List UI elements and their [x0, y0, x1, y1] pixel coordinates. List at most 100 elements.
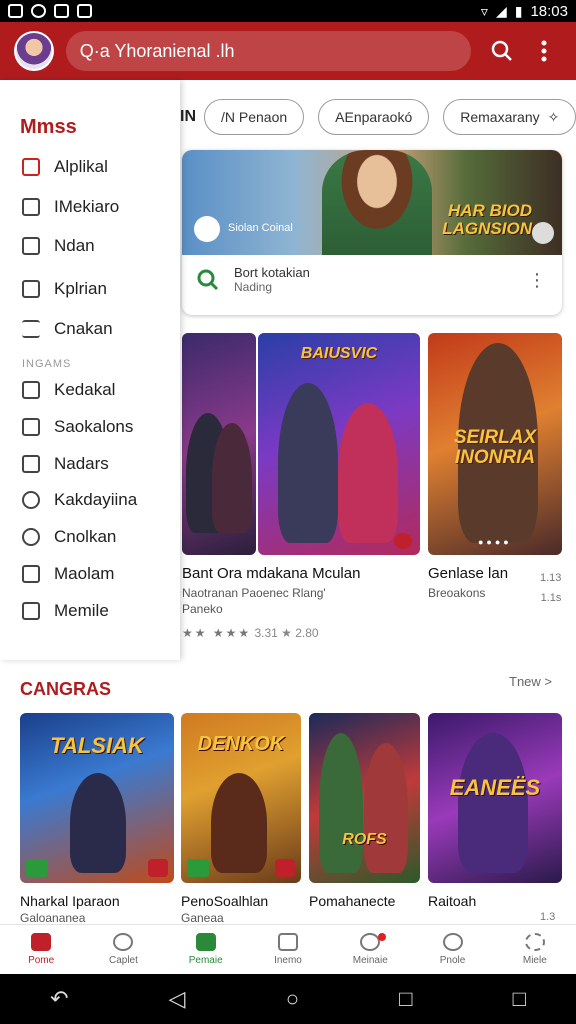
nav-label: Pome [28, 955, 55, 966]
home-icon [31, 933, 52, 951]
badge-icon [275, 859, 295, 877]
category-label: Pomahanecte [309, 893, 396, 909]
nav-label: Miele [522, 955, 547, 966]
drawer-item-label: Nadars [54, 454, 109, 473]
chip-3[interactable]: Remaxarany ✧ [443, 99, 576, 135]
card-icon [22, 602, 40, 620]
home-circle-icon[interactable]: ○ [286, 986, 299, 1012]
category-label: Nharkal Iparaon [20, 893, 120, 909]
drawer-item-6[interactable]: Kedakal [22, 375, 115, 405]
overflow-menu-button[interactable] [526, 33, 562, 69]
game-subtitle-2: Paneko [182, 602, 223, 616]
search-button[interactable] [485, 33, 521, 69]
drawer-item-label: Kplrian [54, 279, 107, 298]
drawer-item-9[interactable]: Kakdayiina [22, 485, 137, 515]
nav-inemo[interactable]: Inemo [247, 925, 329, 974]
back-icon[interactable]: ◁ [169, 986, 186, 1012]
drawer-item-5[interactable]: Cnakan [22, 314, 113, 344]
filter-chip-row: IN /N Penaon AEnparaokó Remaxarany ✧ [180, 98, 576, 136]
bottom-navigation: Pome Caplet Pemaie Inemo Meinaie Pnole M… [0, 924, 576, 974]
rotate-icon[interactable]: ↶ [50, 986, 68, 1012]
chip-label: AEnparaokó [335, 109, 413, 125]
nav-label: Caplet [108, 955, 138, 966]
edit-icon [22, 381, 40, 399]
view-more-link[interactable]: Tnew > [509, 674, 552, 689]
search-input-text: Q·a Yhoranienal .lh [79, 40, 235, 61]
home-icon [22, 280, 40, 298]
drawer-item-label: Memile [54, 601, 109, 620]
drawer-item-12[interactable]: Memile [22, 596, 109, 626]
nav-pnole[interactable]: Pnole [411, 925, 493, 974]
featured-game-card[interactable]: Siolan Coinal HAR BIOD LAGNSION Bort kot… [182, 150, 562, 315]
category-card-3[interactable]: ROFS [309, 713, 420, 883]
drawer-item-4[interactable]: Kplrian [22, 274, 107, 304]
drawer-item-1[interactable]: Alplikal [22, 152, 108, 182]
featured-banner-image: Siolan Coinal HAR BIOD LAGNSION [182, 150, 562, 255]
featured-character-art [322, 150, 432, 255]
sparkle-icon: ✧ [547, 108, 560, 125]
check-icon [77, 4, 92, 18]
side-number: 1.1s [540, 592, 562, 604]
category-card-1[interactable]: TALSIAK [20, 713, 174, 883]
game-info-1[interactable]: Bant Ora mdakana Mculan Naotranan Paoene… [182, 565, 422, 640]
search-icon [492, 40, 513, 61]
gallery-icon [22, 418, 40, 436]
nav-miele[interactable]: Miele [494, 925, 576, 974]
featured-art-title: HAR BIOD LAGNSION [442, 201, 532, 238]
battery-icon: ▮ [514, 2, 523, 19]
chip-1[interactable]: /N Penaon [204, 99, 305, 135]
rating-value: 3.31 ★ 2.80 [254, 626, 319, 640]
chip-prefix: IN [180, 108, 196, 125]
calendar-icon [22, 237, 40, 255]
character-art [364, 743, 408, 873]
nav-meinaie[interactable]: Meinaie [329, 925, 411, 974]
rating-row: ★★ ★★★ 3.31 ★ 2.80 [182, 626, 422, 640]
drawer-item-label: IMekiaro [54, 197, 120, 216]
square-icon[interactable]: □ [513, 986, 526, 1012]
nav-label: Inemo [274, 955, 302, 966]
nav-pemaie[interactable]: Pemaie [165, 925, 247, 974]
character-art [278, 383, 338, 543]
status-bar: ▿ ◢ ▮ 18:03 [0, 0, 576, 22]
badge-icon [148, 859, 168, 877]
page-dots: ●●●● [478, 537, 512, 547]
notification-icon [31, 4, 46, 18]
avatar[interactable] [14, 31, 54, 71]
drawer-item-2[interactable]: IMekiaro [22, 192, 119, 222]
game-tile-3[interactable]: SEIRLAX INONRIA ●●●● [428, 333, 562, 555]
more-vertical-icon[interactable]: ⋮ [528, 270, 546, 291]
more-vertical-icon [541, 40, 547, 62]
drawer-item-11[interactable]: Maolam [22, 559, 114, 589]
star-icons: ★★ ★★★ [182, 626, 252, 640]
category-card-4[interactable]: EANEËS [428, 713, 562, 883]
drawer-item-label: Kakdayiina [54, 490, 138, 509]
section-title: CANGRAS [20, 679, 112, 699]
category-label: PenoSoalhlan [181, 893, 269, 909]
nav-caplet[interactable]: Caplet [82, 925, 164, 974]
featured-info-sub: Nading [234, 280, 273, 294]
game-tile-2[interactable]: BAIUSVIC [258, 333, 420, 555]
category-card-2[interactable]: DENKOK [181, 713, 301, 883]
chip-2[interactable]: AEnparaokó [318, 99, 430, 135]
search-input[interactable]: Q·a Yhoranienal .lh [65, 31, 471, 71]
character-art [212, 423, 252, 533]
character-art [211, 773, 267, 873]
system-navigation-bar: ↶ ◁ ○ □ □ [0, 974, 576, 1024]
game-tile-1[interactable] [182, 333, 256, 555]
character-art [319, 733, 363, 873]
tile-art-title: BAIUSVIC [300, 345, 378, 362]
drawer-section-label: INGAMS [22, 358, 72, 370]
character-art [338, 403, 398, 543]
side-number: 1.13 [540, 572, 562, 584]
drawer-item-10[interactable]: Cnolkan [22, 522, 116, 552]
drawer-item-7[interactable]: Saokalons [22, 412, 133, 442]
drawer-item-label: Maolam [54, 564, 115, 583]
nav-home[interactable]: Pome [0, 925, 82, 974]
drawer-item-8[interactable]: Nadars [22, 449, 109, 479]
settings-icon [524, 933, 545, 951]
compass-icon [113, 933, 134, 951]
grid-icon [277, 933, 298, 951]
studio-name: Siolan Coinal [228, 222, 293, 234]
drawer-item-3[interactable]: Ndan [22, 231, 95, 261]
recents-icon[interactable]: □ [399, 986, 412, 1012]
